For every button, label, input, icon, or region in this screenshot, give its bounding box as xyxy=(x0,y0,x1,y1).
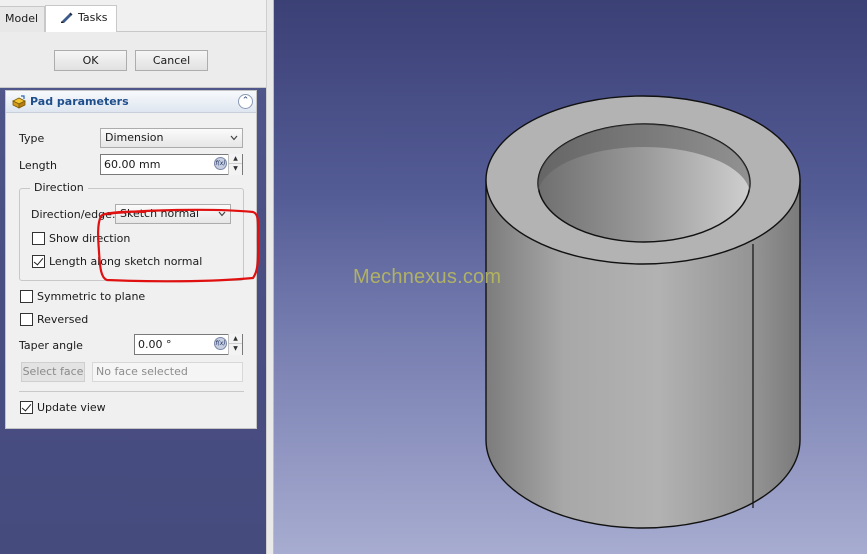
taper-angle-input[interactable]: 0.00 ° f(x) ▲ ▼ xyxy=(134,334,243,355)
separator xyxy=(19,391,244,392)
taper-angle-label: Taper angle xyxy=(19,339,83,352)
length-value: 60.00 mm xyxy=(104,158,161,171)
tab-tasks[interactable]: Tasks xyxy=(45,5,117,33)
face-field: No face selected xyxy=(92,362,243,382)
along-normal-checkbox[interactable] xyxy=(32,255,45,268)
spin-arrows-icon[interactable]: ▲ ▼ xyxy=(228,334,242,355)
cancel-button[interactable]: Cancel xyxy=(135,50,208,71)
panel-tab-strip: Model Tasks xyxy=(0,0,266,33)
tab-model-label: Model xyxy=(5,12,39,25)
dialog-button-row: OK Cancel xyxy=(0,32,266,88)
taper-angle-value: 0.00 ° xyxy=(138,338,172,351)
pad-parameters-title: Pad parameters xyxy=(30,95,129,108)
ok-button[interactable]: OK xyxy=(54,50,127,71)
tab-model[interactable]: Model xyxy=(0,6,45,32)
pad-parameters-panel: Pad parameters ⌃ Type Dimension Length 6… xyxy=(5,90,260,429)
pen-icon xyxy=(61,12,73,23)
expression-icon[interactable]: f(x) xyxy=(214,337,227,350)
symmetric-checkbox[interactable] xyxy=(20,290,33,303)
symmetric-label: Symmetric to plane xyxy=(37,290,146,303)
spin-arrows-icon[interactable]: ▲ ▼ xyxy=(228,154,242,175)
type-label: Type xyxy=(19,132,45,145)
red-highlight-annotation xyxy=(97,208,260,283)
pad-icon xyxy=(12,95,26,109)
type-value: Dimension xyxy=(105,131,164,144)
type-dropdown[interactable]: Dimension xyxy=(100,128,243,148)
show-direction-checkbox[interactable] xyxy=(32,232,45,245)
expression-icon[interactable]: f(x) xyxy=(214,157,227,170)
pad-parameters-header[interactable]: Pad parameters ⌃ xyxy=(6,91,256,113)
direction-group-title: Direction xyxy=(30,181,88,194)
panel-splitter[interactable] xyxy=(266,0,274,554)
length-input[interactable]: 60.00 mm f(x) ▲ ▼ xyxy=(100,154,243,175)
length-label: Length xyxy=(19,159,57,172)
reversed-checkbox[interactable] xyxy=(20,313,33,326)
highlight-stroke xyxy=(97,208,260,283)
tab-tasks-label: Tasks xyxy=(78,11,108,24)
watermark-text: Mechnexus.com xyxy=(353,266,502,288)
reversed-label: Reversed xyxy=(37,313,89,326)
update-view-checkbox[interactable] xyxy=(20,401,33,414)
select-face-button[interactable]: Select face xyxy=(21,362,85,382)
collapse-icon[interactable]: ⌃ xyxy=(238,94,253,109)
update-view-label: Update view xyxy=(37,401,106,414)
3d-viewport[interactable]: Mechnexus.com xyxy=(274,0,867,554)
dropdown-arrow-icon xyxy=(230,135,238,141)
